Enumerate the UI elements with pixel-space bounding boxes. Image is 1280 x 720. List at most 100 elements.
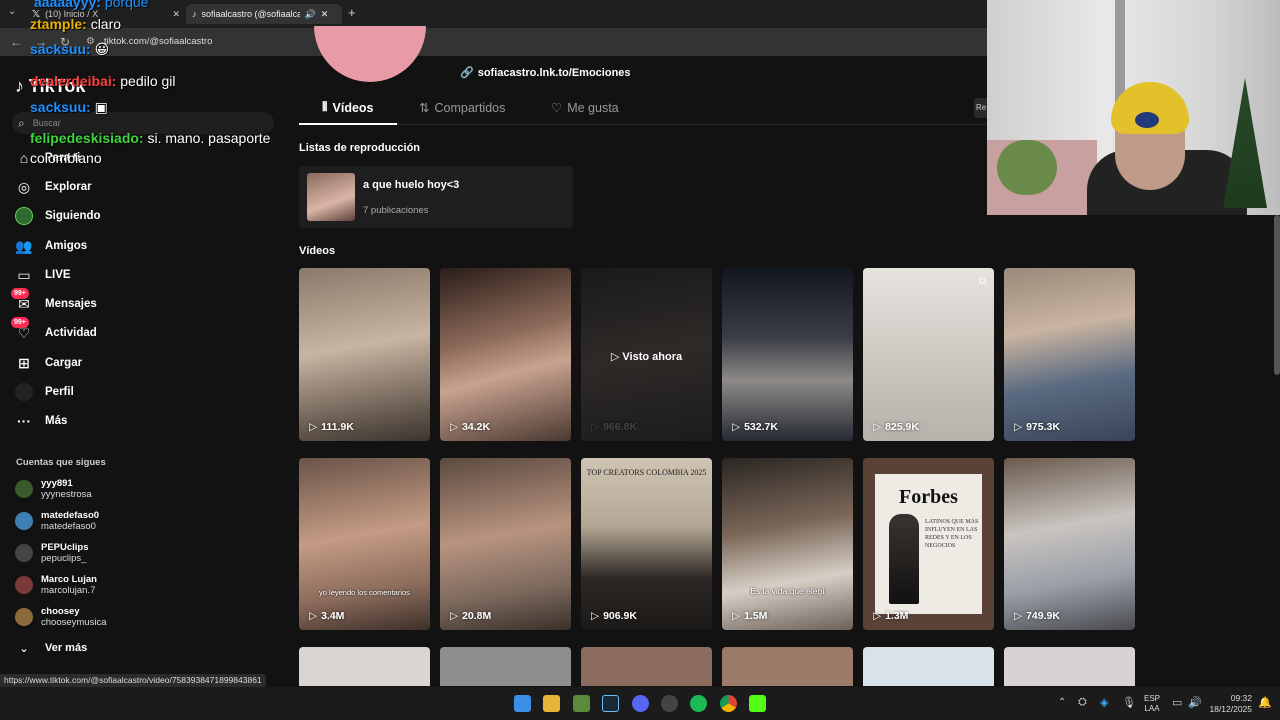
forbes-cover: Forbes LATINOS QUE MÁS INFLUYEN EN LAS R…: [875, 474, 982, 614]
sidebar-item-label: Actividad: [45, 327, 97, 339]
sidebar-item-mas[interactable]: ··· Más: [15, 410, 67, 432]
account-handle: marcolujan.7: [41, 585, 96, 596]
play-icon: ▷: [450, 421, 459, 433]
sidebar-item-explorar[interactable]: ◎ Explorar: [15, 176, 92, 198]
account-name: matedefaso0: [41, 510, 100, 521]
notification-icon[interactable]: 🔔: [1258, 696, 1272, 709]
tray-shield-icon[interactable]: ◈: [1100, 696, 1108, 709]
video-thumbnail[interactable]: [863, 647, 994, 686]
tab-list-icon[interactable]: ⌄: [8, 6, 16, 17]
video-thumbnail[interactable]: yo leyendo los comentarios ▷ 3.4M: [299, 458, 430, 630]
profile-link[interactable]: 🔗 sofiacastro.lnk.to/Emociones: [460, 66, 631, 80]
following-icon: [15, 207, 33, 225]
chat-message: dealerdeibai: pedilo gil: [30, 73, 176, 89]
sidebar-item-cargar[interactable]: ⊞ Cargar: [15, 352, 82, 374]
video-thumbnail[interactable]: [722, 647, 853, 686]
messages-icon: ✉ 99+: [11, 288, 33, 313]
following-account[interactable]: PEPUclips pepuclips_: [15, 542, 89, 564]
video-thumbnail[interactable]: ⧉ ▷ 825.9K: [863, 268, 994, 441]
obs-icon[interactable]: [661, 695, 678, 712]
video-thumbnail[interactable]: ▷ 975.3K: [1004, 268, 1135, 441]
lang-layout: LAA: [1144, 704, 1160, 713]
play-icon: ▷: [591, 610, 600, 622]
app-icon[interactable]: [573, 695, 590, 712]
video-thumbnail[interactable]: Es la vida que elegí ▷ 1.5M: [722, 458, 853, 630]
activity-badge: 99+: [11, 317, 29, 328]
forbes-subtitle: LATINOS QUE MÁS INFLUYEN EN LAS REDES Y …: [925, 519, 979, 549]
activity-icon: ♡ 99+: [11, 317, 33, 342]
volume-icon[interactable]: 🔊: [1188, 696, 1202, 709]
tab-tiktok[interactable]: ♪ sofiaalcastro (@sofiaalcastro 🔊 ✕: [186, 4, 342, 24]
chat-username: ztample:: [30, 16, 87, 32]
microphone-icon[interactable]: 🎙: [1122, 696, 1136, 709]
tab-me-gusta[interactable]: ♡ Me gusta: [551, 100, 619, 116]
avatar: [15, 544, 33, 562]
search-input[interactable]: Buscar: [33, 118, 61, 128]
close-tab-icon[interactable]: ✕: [172, 9, 180, 20]
page-scrollbar[interactable]: [1274, 215, 1280, 375]
sidebar-item-actividad[interactable]: ♡ 99+ Actividad: [11, 317, 97, 344]
tab-compartidos[interactable]: ⇅ Compartidos: [419, 100, 505, 116]
video-thumbnail[interactable]: ▷ 532.7K: [722, 268, 853, 441]
video-thumbnail[interactable]: ▷ 20.8M: [440, 458, 571, 630]
chevron-up-icon[interactable]: ⌃: [1058, 697, 1066, 708]
view-count: ▷ 906.9K: [591, 610, 637, 622]
video-caption: TOP CREATORS COLOMBIA 2025: [586, 468, 707, 477]
sidebar-item-amigos[interactable]: 👥 Amigos: [15, 235, 87, 257]
following-account[interactable]: yyy891 yyynestrosa: [15, 478, 92, 500]
steam-icon[interactable]: [602, 695, 619, 712]
close-tab-icon[interactable]: ✕: [321, 9, 329, 20]
plush-toys: [997, 140, 1057, 195]
play-icon: ▷: [873, 421, 882, 433]
chat-text: claro: [90, 16, 122, 32]
following-account[interactable]: Marco Lujan marcolujan.7: [15, 574, 97, 596]
sidebar-item-live[interactable]: ▭ LIVE: [15, 264, 71, 286]
sidebar-item-label: Cargar: [45, 357, 83, 369]
view-count: ▷ 3.4M: [309, 610, 345, 622]
windows-start-icon[interactable]: [514, 695, 531, 712]
network-icon[interactable]: ▭: [1172, 696, 1182, 709]
back-icon[interactable]: ←: [10, 35, 22, 49]
spotify-icon[interactable]: [690, 695, 707, 712]
video-thumbnail-watching[interactable]: ▷ Visto ahora ▷ 966.8K: [581, 268, 712, 441]
clock[interactable]: 09:32 18/12/2025: [1208, 693, 1252, 715]
video-caption: Es la vida que elegí: [750, 586, 825, 596]
grid-icon: ⦀: [322, 100, 328, 114]
following-account[interactable]: choosey chooseymusica: [15, 606, 106, 628]
video-thumbnail[interactable]: ▷ 111.9K: [299, 268, 430, 441]
video-thumbnail[interactable]: [581, 647, 712, 686]
following-section-title: Cuentas que sigues: [16, 457, 106, 468]
tab-videos[interactable]: ⦀ Vídeos: [322, 100, 374, 115]
account-name: choosey: [41, 606, 80, 617]
video-thumbnail[interactable]: TOP CREATORS COLOMBIA 2025 ▷ 906.9K: [581, 458, 712, 630]
sidebar-item-siguiendo[interactable]: Siguiendo: [15, 205, 101, 227]
language-indicator[interactable]: ESP LAA: [1144, 694, 1160, 714]
chat-message: felipedeskisiado: si. mano. pasaporte co…: [30, 128, 295, 168]
discord-icon[interactable]: [632, 695, 649, 712]
playlist-card[interactable]: a que huelo hoy<3 7 publicaciones: [299, 166, 573, 228]
following-account[interactable]: matedefaso0 matedefaso0: [15, 510, 99, 532]
file-explorer-icon[interactable]: [543, 695, 560, 712]
kick-icon[interactable]: [749, 695, 766, 712]
video-thumbnail[interactable]: ▷ 34.2K: [440, 268, 571, 441]
video-thumbnail[interactable]: Forbes LATINOS QUE MÁS INFLUYEN EN LAS R…: [863, 458, 994, 630]
sidebar-item-perfil[interactable]: Perfil: [15, 381, 74, 403]
tray-app-icon[interactable]: ⛭: [1078, 696, 1087, 709]
account-name: yyy891: [41, 478, 73, 489]
url-field[interactable]: tiktok.com/@sofiaalcastro: [104, 36, 212, 47]
sidebar-item-mensajes[interactable]: ✉ 99+ Mensajes: [11, 288, 97, 315]
avatar: [15, 576, 33, 594]
video-thumbnail[interactable]: [1004, 647, 1135, 686]
new-tab-button[interactable]: +: [348, 5, 356, 20]
messages-badge: 99+: [11, 288, 29, 299]
speaker-icon[interactable]: 🔊: [305, 9, 316, 20]
video-thumbnail[interactable]: [440, 647, 571, 686]
play-icon: ▷: [1014, 421, 1023, 433]
video-thumbnail[interactable]: [299, 647, 430, 686]
sidebar-item-label: LIVE: [45, 269, 71, 281]
video-thumbnail[interactable]: ▷ 749.9K: [1004, 458, 1135, 630]
chevron-down-icon: ⌄: [19, 642, 29, 655]
see-more-button[interactable]: ⌄ Ver más: [15, 637, 87, 659]
chrome-icon[interactable]: [720, 695, 737, 712]
play-icon: ▷: [309, 421, 318, 433]
